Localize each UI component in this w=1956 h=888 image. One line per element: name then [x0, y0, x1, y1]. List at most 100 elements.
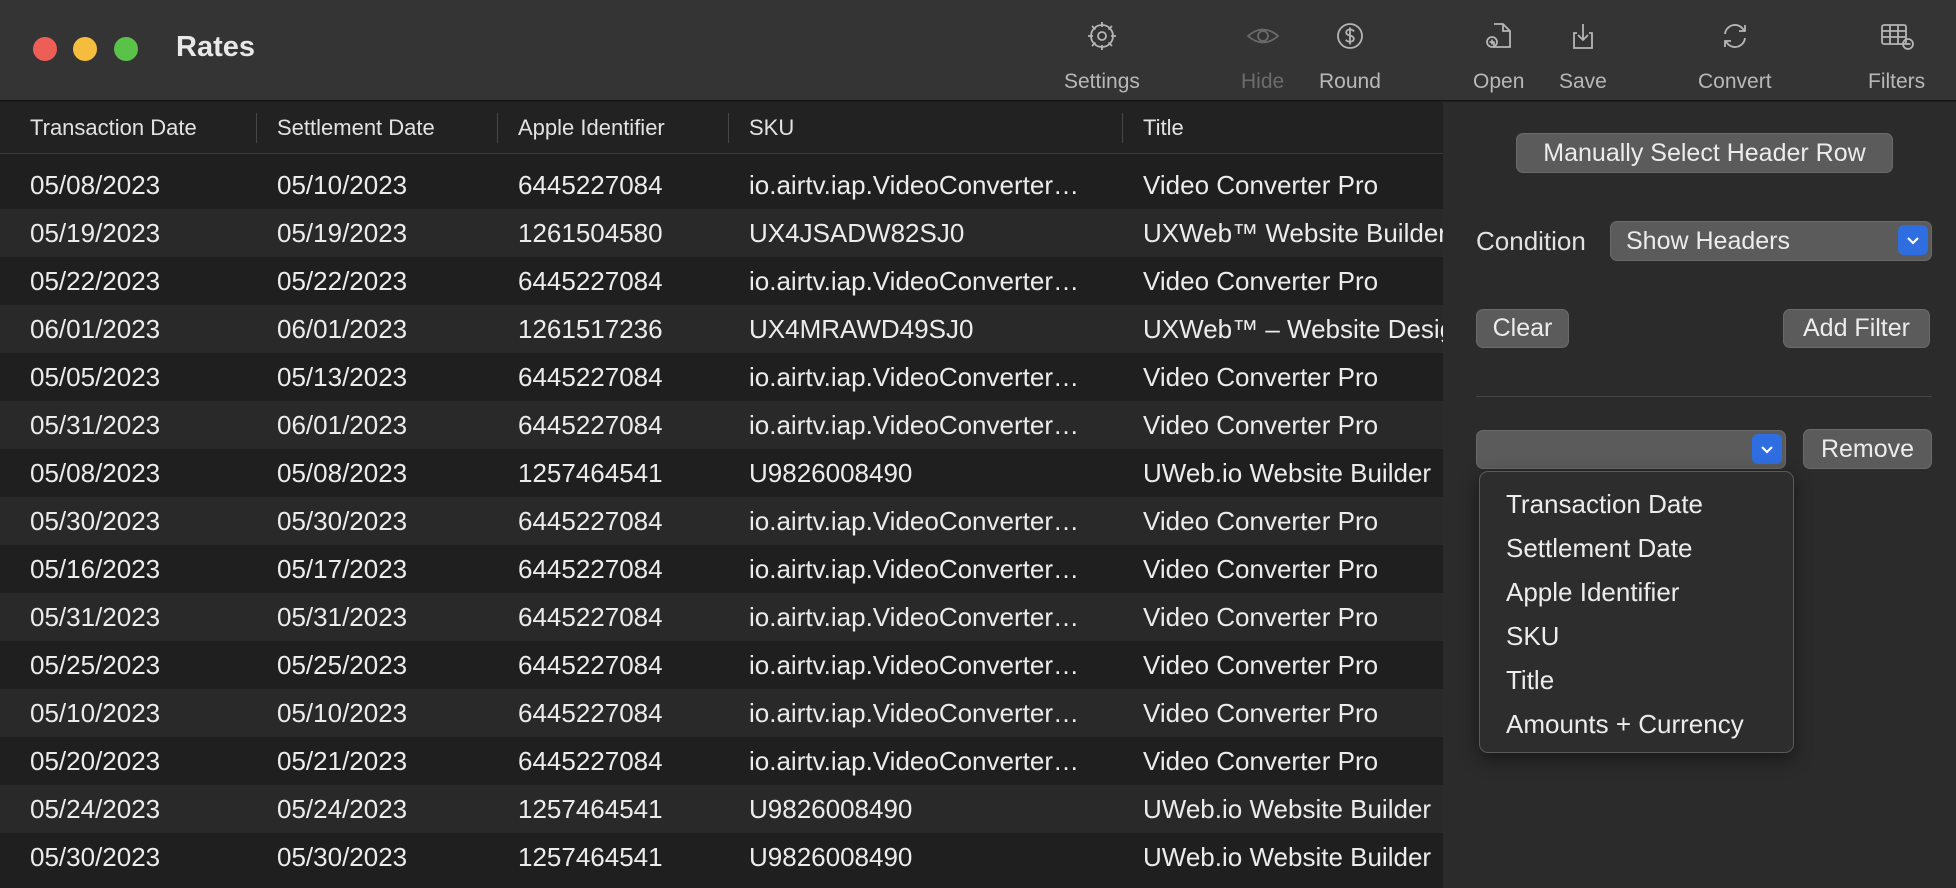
cell-transaction-date: 05/08/2023	[30, 458, 161, 488]
cell-settlement-date: 05/10/2023	[277, 698, 408, 728]
chevron-down-icon	[1898, 225, 1928, 255]
refresh-icon	[1717, 18, 1753, 54]
cell-settlement-date: 05/22/2023	[277, 266, 408, 296]
cell-sku: io.airtv.iap.VideoConverter…	[749, 410, 1079, 440]
settings-button[interactable]: Settings	[1064, 18, 1140, 94]
table-row[interactable]: 05/24/2023 05/24/2023 1257464541 U982600849…	[0, 785, 1443, 833]
open-button[interactable]: Open	[1473, 18, 1524, 94]
cell-apple-identifier: 1257464541	[518, 458, 663, 488]
cell-sku: io.airtv.iap.VideoConverter…	[749, 506, 1079, 536]
cell-transaction-date: 05/31/2023	[30, 602, 161, 632]
filters-button[interactable]: Filters	[1868, 18, 1925, 94]
cell-apple-identifier: 6445227084	[518, 746, 663, 776]
table-row[interactable]: 05/30/2023 05/30/2023 6445227084 io.airtv.i…	[0, 497, 1443, 545]
manually-select-header-row-button[interactable]: Manually Select Header Row	[1516, 133, 1893, 173]
column-select-menu: Transaction Date Settlement Date Apple I…	[1479, 471, 1794, 753]
cell-transaction-date: 05/10/2023	[30, 698, 161, 728]
cell-sku: UX4JSADW82SJ0	[749, 218, 965, 248]
cell-apple-identifier: 6445227084	[518, 362, 663, 392]
table-row[interactable]: 05/20/2023 05/21/2023 6445227084 io.airtv.i…	[0, 737, 1443, 785]
close-window-button[interactable]	[33, 37, 57, 61]
cell-title: UXWeb™ – Website Designer	[1143, 314, 1443, 344]
menu-item-transaction-date[interactable]: Transaction Date	[1480, 482, 1793, 526]
menu-item-amounts-currency[interactable]: Amounts + Currency	[1480, 702, 1793, 746]
cell-settlement-date: 05/24/2023	[277, 794, 408, 824]
cell-transaction-date: 05/25/2023	[30, 650, 161, 680]
condition-select[interactable]: Show Headers	[1610, 221, 1932, 261]
column-divider[interactable]	[497, 113, 498, 143]
table-row[interactable]: 05/08/2023 05/10/2023 6445227084 io.airtv.i…	[0, 161, 1443, 209]
cell-sku: U9826008490	[749, 458, 913, 488]
column-select[interactable]	[1476, 430, 1786, 469]
column-divider[interactable]	[1122, 113, 1123, 143]
add-filter-button[interactable]: Add Filter	[1783, 309, 1930, 348]
cell-title: Video Converter Pro	[1143, 602, 1379, 632]
remove-button[interactable]: Remove	[1803, 429, 1932, 469]
cell-settlement-date: 06/01/2023	[277, 314, 408, 344]
menu-item-settlement-date[interactable]: Settlement Date	[1480, 526, 1793, 570]
menu-item-sku[interactable]: SKU	[1480, 614, 1793, 658]
column-header-title[interactable]: Title	[1143, 102, 1184, 154]
cell-sku: io.airtv.iap.VideoConverter…	[749, 698, 1079, 728]
cell-sku: io.airtv.iap.VideoConverter…	[749, 266, 1079, 296]
cell-settlement-date: 05/17/2023	[277, 554, 408, 584]
column-header-settlement-date[interactable]: Settlement Date	[277, 102, 435, 154]
column-divider[interactable]	[728, 113, 729, 143]
cell-transaction-date: 06/01/2023	[30, 314, 161, 344]
cell-sku: io.airtv.iap.VideoConverter…	[749, 746, 1079, 776]
window-toolbar: Rates Settings Hide Round Open Save Conv	[0, 0, 1956, 101]
menu-item-title[interactable]: Title	[1480, 658, 1793, 702]
convert-button[interactable]: Convert	[1698, 18, 1772, 94]
download-icon	[1565, 18, 1601, 54]
cell-apple-identifier: 1261504580	[518, 218, 663, 248]
dollar-icon	[1332, 18, 1368, 54]
column-divider[interactable]	[256, 113, 257, 143]
open-label: Open	[1473, 70, 1525, 93]
cell-transaction-date: 05/22/2023	[30, 266, 161, 296]
minimize-window-button[interactable]	[73, 37, 97, 61]
table-row[interactable]: 05/16/2023 05/17/2023 6445227084 io.airtv.i…	[0, 545, 1443, 593]
cell-sku: U9826008490	[749, 794, 913, 824]
hide-button[interactable]: Hide	[1241, 18, 1284, 94]
cell-title: Video Converter Pro	[1143, 266, 1379, 296]
settings-label: Settings	[1064, 70, 1140, 93]
rates-table: Transaction Date Settlement Date Apple I…	[0, 102, 1443, 888]
condition-select-value: Show Headers	[1626, 227, 1790, 255]
cell-transaction-date: 05/24/2023	[30, 794, 161, 824]
cell-settlement-date: 05/31/2023	[277, 602, 408, 632]
table-row[interactable]: 05/22/2023 05/22/2023 6445227084 io.airtv.i…	[0, 257, 1443, 305]
table-row[interactable]: 06/01/2023 06/01/2023 1261517236 UX4MRAWD49…	[0, 305, 1443, 353]
table-row[interactable]: 05/19/2023 05/19/2023 1261504580 UX4JSADW82…	[0, 209, 1443, 257]
table-row[interactable]: 05/08/2023 05/08/2023 1257464541 U982600849…	[0, 449, 1443, 497]
cell-apple-identifier: 6445227084	[518, 698, 663, 728]
table-row[interactable]: 05/10/2023 05/10/2023 6445227084 io.airtv.i…	[0, 689, 1443, 737]
gear-icon	[1084, 18, 1120, 54]
table-row[interactable]: 05/25/2023 05/25/2023 6445227084 io.airtv.i…	[0, 641, 1443, 689]
clear-button[interactable]: Clear	[1476, 309, 1569, 348]
cell-apple-identifier: 6445227084	[518, 554, 663, 584]
cell-apple-identifier: 6445227084	[518, 266, 663, 296]
cell-settlement-date: 05/08/2023	[277, 458, 408, 488]
table-filter-icon	[1879, 18, 1915, 54]
round-button[interactable]: Round	[1319, 18, 1381, 94]
hide-label: Hide	[1241, 70, 1285, 93]
save-button[interactable]: Save	[1559, 18, 1607, 94]
table-row[interactable]: 05/05/2023 05/13/2023 6445227084 io.airtv.i…	[0, 353, 1443, 401]
cell-title: UWeb.io Website Builder	[1143, 842, 1432, 872]
column-header-apple-identifier[interactable]: Apple Identifier	[518, 102, 665, 154]
cell-settlement-date: 05/13/2023	[277, 362, 408, 392]
table-row[interactable]: 05/31/2023 06/01/2023 6445227084 io.airtv.i…	[0, 401, 1443, 449]
cell-transaction-date: 05/08/2023	[30, 170, 161, 200]
table-row[interactable]: 05/30/2023 05/30/2023 1257464541 U982600849…	[0, 833, 1443, 881]
menu-item-apple-identifier[interactable]: Apple Identifier	[1480, 570, 1793, 614]
chevron-down-icon	[1752, 434, 1782, 464]
cell-settlement-date: 05/30/2023	[277, 842, 408, 872]
cell-apple-identifier: 1257464541	[518, 842, 663, 872]
cell-transaction-date: 05/30/2023	[30, 842, 161, 872]
column-header-sku[interactable]: SKU	[749, 102, 794, 154]
cell-settlement-date: 05/10/2023	[277, 170, 408, 200]
table-row[interactable]: 05/31/2023 05/31/2023 6445227084 io.airtv.i…	[0, 593, 1443, 641]
column-header-transaction-date[interactable]: Transaction Date	[30, 102, 197, 154]
zoom-window-button[interactable]	[114, 37, 138, 61]
eye-icon	[1245, 18, 1281, 54]
